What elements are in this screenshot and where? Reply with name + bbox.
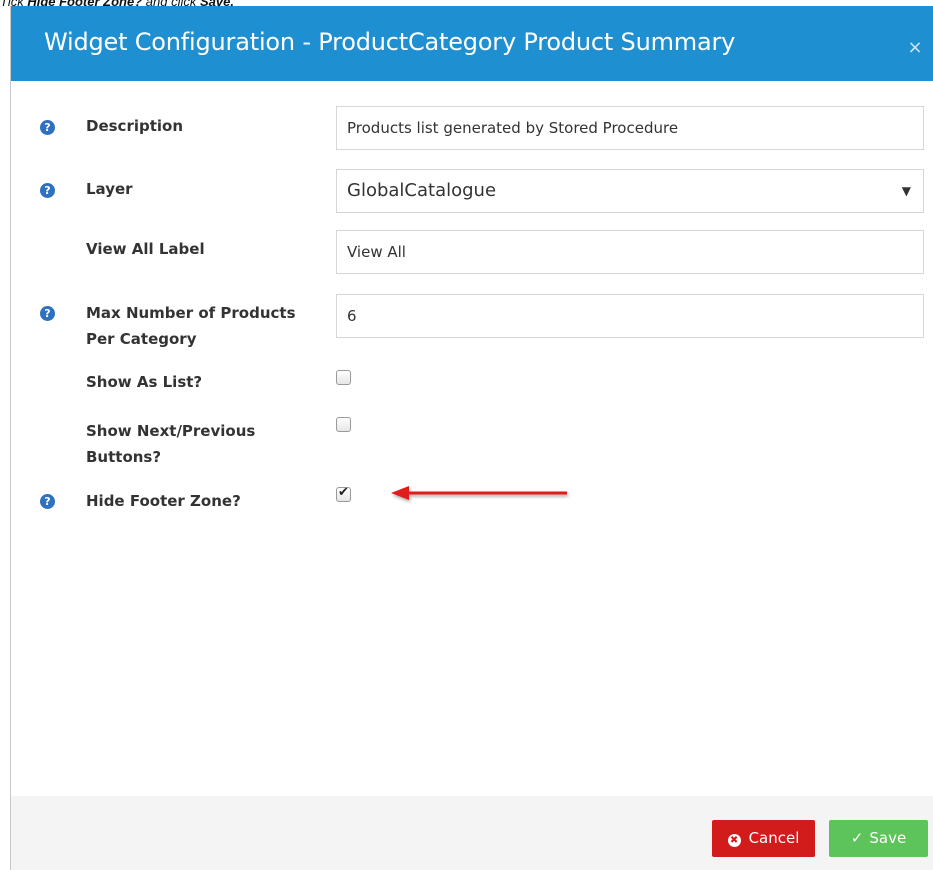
red-arrow-icon bbox=[391, 486, 567, 500]
chevron-down-icon: ▼ bbox=[901, 184, 911, 198]
show-as-list-label: Show As List? bbox=[86, 373, 203, 391]
help-icon[interactable]: ? bbox=[40, 306, 55, 321]
cancel-button[interactable]: ✖ Cancel bbox=[712, 820, 815, 857]
show-as-list-checkbox[interactable] bbox=[336, 370, 351, 385]
view-all-label-input[interactable]: View All bbox=[336, 230, 924, 274]
check-icon: ✓ bbox=[850, 829, 864, 847]
hide-footer-zone-checkbox[interactable]: ✔ bbox=[336, 485, 351, 502]
dialog-footer: ✖ Cancel ✓ Save bbox=[11, 796, 933, 870]
close-icon[interactable]: × bbox=[907, 39, 923, 57]
max-products-input[interactable]: 6 bbox=[336, 294, 924, 338]
dialog-title: Widget Configuration - ProductCategory P… bbox=[44, 28, 736, 56]
help-icon[interactable]: ? bbox=[40, 183, 55, 198]
dialog-header: Widget Configuration - ProductCategory P… bbox=[11, 6, 933, 81]
layer-selected-value: GlobalCatalogue bbox=[347, 180, 497, 201]
help-icon[interactable]: ? bbox=[40, 120, 55, 135]
widget-configuration-dialog: Widget Configuration - ProductCategory P… bbox=[10, 6, 933, 870]
checkmark-icon: ✔ bbox=[338, 485, 349, 500]
save-button[interactable]: ✓ Save bbox=[829, 820, 928, 857]
description-label: Description bbox=[86, 117, 184, 135]
help-icon[interactable]: ? bbox=[40, 494, 55, 509]
view-all-label-label: View All Label bbox=[86, 240, 205, 258]
max-products-label: Max Number of Products Per Category bbox=[86, 304, 296, 348]
hide-footer-zone-label: Hide Footer Zone? bbox=[86, 492, 241, 510]
description-input[interactable]: Products list generated by Stored Proced… bbox=[336, 106, 924, 150]
show-next-previous-label: Show Next/Previous Buttons? bbox=[86, 422, 256, 466]
save-button-label: Save bbox=[869, 829, 907, 847]
cancel-icon: ✖ bbox=[727, 834, 741, 847]
layer-select[interactable]: GlobalCatalogue ▼ bbox=[336, 169, 924, 213]
layer-label: Layer bbox=[86, 180, 133, 198]
cancel-button-label: Cancel bbox=[748, 829, 800, 847]
show-next-previous-checkbox[interactable] bbox=[336, 417, 351, 432]
